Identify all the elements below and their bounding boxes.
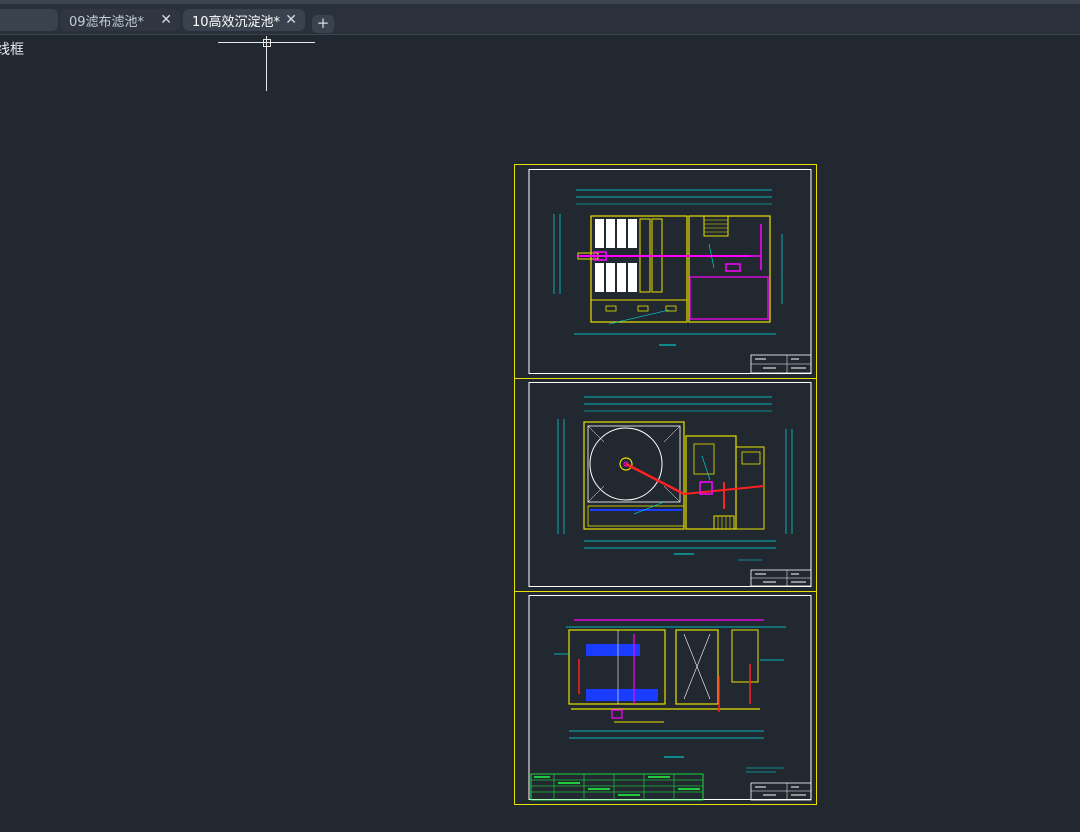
tab-previous-partial[interactable] bbox=[0, 9, 58, 31]
close-icon[interactable]: ✕ bbox=[160, 11, 172, 29]
cursor-pickbox bbox=[263, 39, 271, 47]
tab-label: 10高效沉淀池* bbox=[192, 14, 281, 30]
visual-style-label[interactable]: 线框 bbox=[0, 39, 24, 59]
legend-table bbox=[530, 773, 704, 801]
tab-10-sedimentation[interactable]: 10高效沉淀池* ✕ bbox=[183, 9, 305, 31]
sheet-section bbox=[528, 595, 812, 801]
close-icon[interactable]: ✕ bbox=[285, 11, 297, 29]
tab-09-filter[interactable]: 09滤布滤池* ✕ bbox=[60, 9, 180, 31]
tab-label: 09滤布滤池* bbox=[69, 14, 145, 30]
sheet-plan-lower bbox=[528, 382, 812, 587]
document-tab-bar: 09滤布滤池* ✕ 10高效沉淀池* ✕ + bbox=[0, 4, 1080, 35]
cad-drawing[interactable] bbox=[514, 164, 818, 806]
sheet-plan-upper bbox=[528, 169, 812, 374]
new-tab-button[interactable]: + bbox=[312, 15, 334, 33]
